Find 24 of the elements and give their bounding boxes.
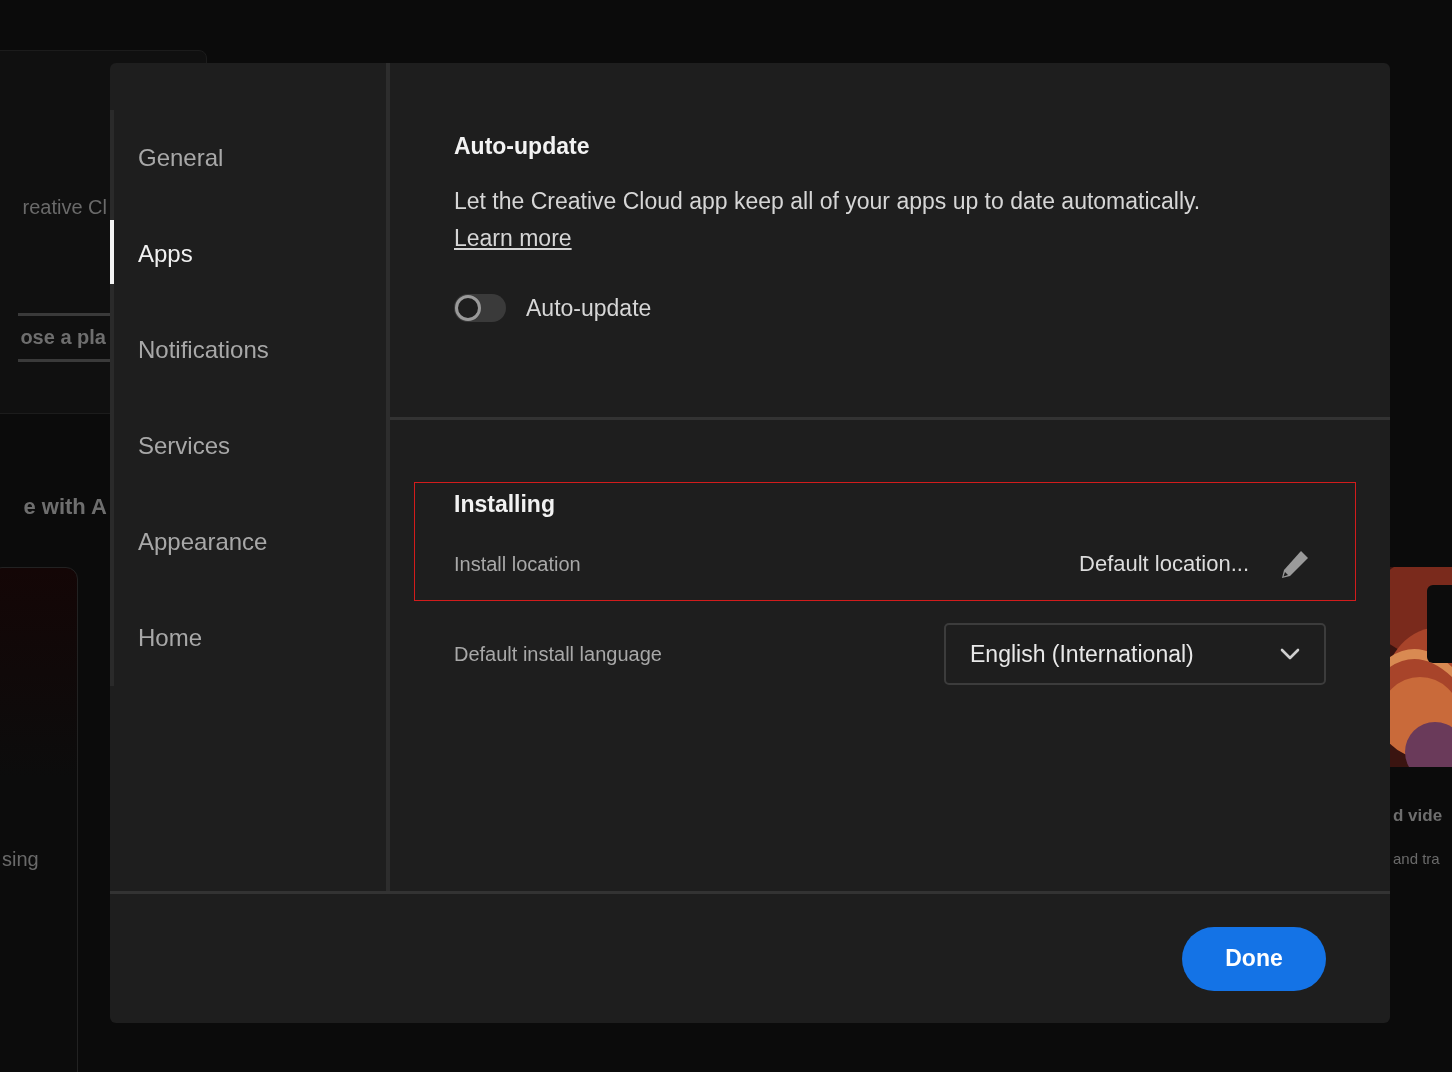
learn-more-link[interactable]: Learn more bbox=[454, 225, 572, 252]
background-heading: d vide bbox=[1393, 806, 1443, 826]
sidebar-item[interactable]: General bbox=[110, 110, 386, 206]
background-text: and tra bbox=[1393, 850, 1440, 867]
toggle-switch[interactable] bbox=[454, 294, 506, 322]
sidebar-item[interactable]: Services bbox=[110, 398, 386, 494]
sidebar-item[interactable]: Apps bbox=[110, 206, 386, 302]
background-heading: e with A bbox=[23, 494, 107, 520]
description-text: Let the Creative Cloud app keep all of your apps up to date automatically. bbox=[454, 188, 1202, 215]
sidebar-item[interactable]: Appearance bbox=[110, 494, 386, 590]
field-label: Default install language bbox=[454, 642, 663, 666]
done-button[interactable]: Done bbox=[1182, 926, 1326, 991]
chevron-down-icon bbox=[1280, 648, 1300, 660]
language-dropdown[interactable]: English (International) bbox=[944, 623, 1326, 685]
background-text: reative Cl bbox=[22, 196, 107, 219]
section-title: Auto-update bbox=[454, 133, 591, 160]
toggle-label: Auto-update bbox=[526, 294, 652, 322]
location-value: Default location... bbox=[1079, 551, 1249, 577]
sidebar-item[interactable]: Notifications bbox=[110, 302, 386, 398]
section-title: Installing bbox=[454, 491, 556, 518]
background-text: sing bbox=[2, 848, 39, 871]
sidebar-item[interactable]: Home bbox=[110, 590, 386, 686]
edit-icon[interactable] bbox=[1279, 548, 1311, 580]
field-label: Install location bbox=[454, 552, 582, 576]
